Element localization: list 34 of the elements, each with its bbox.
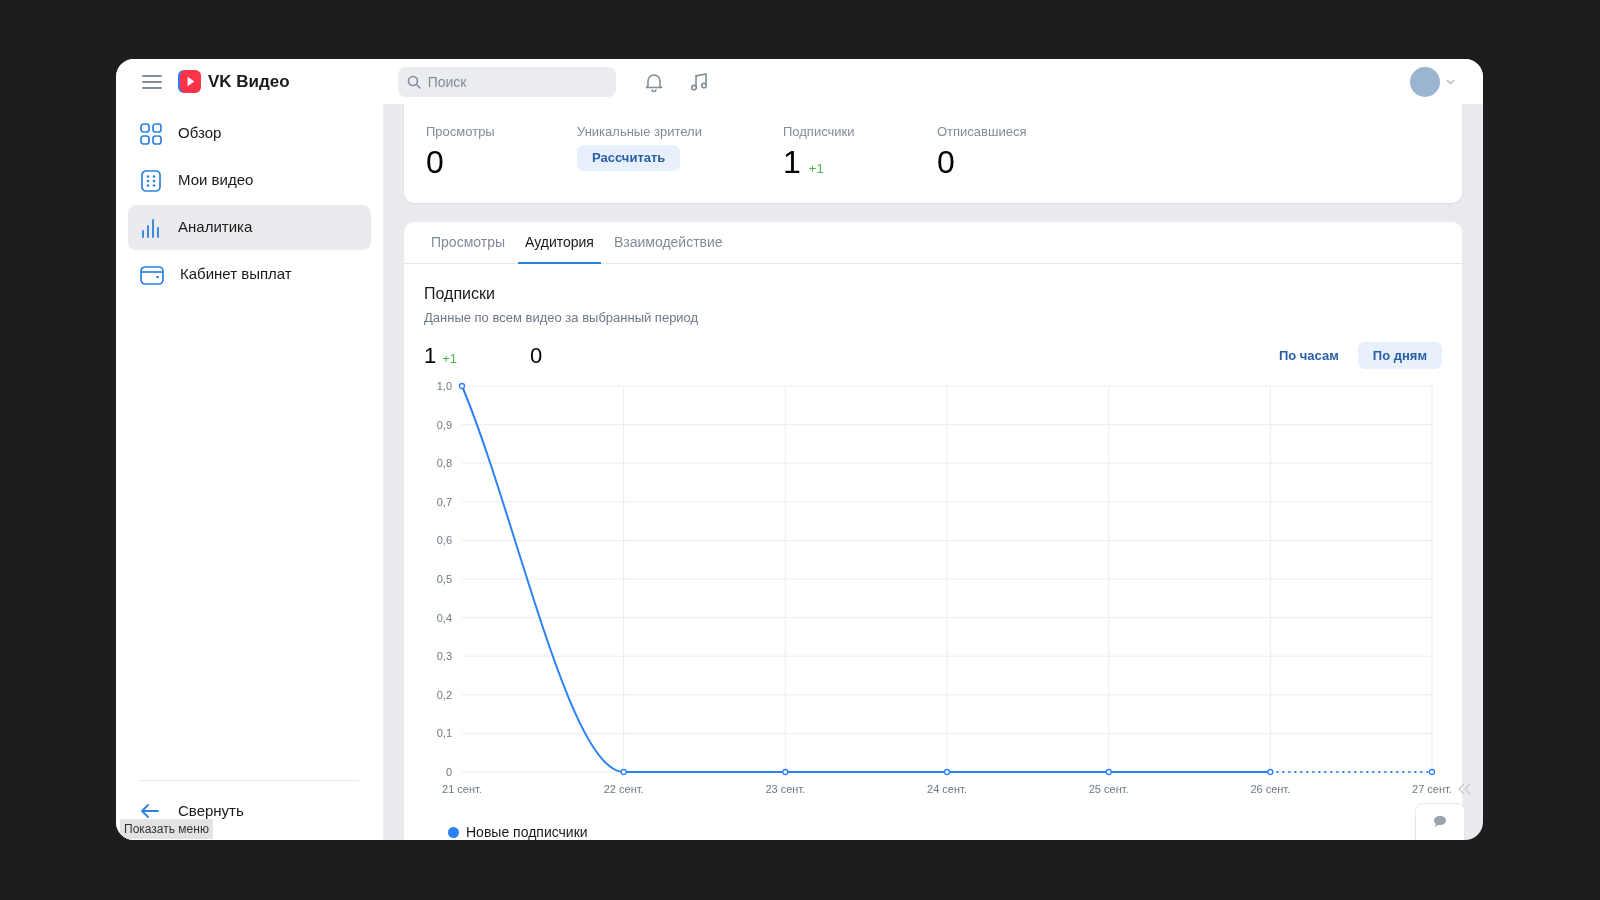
- legend-label: Новые подписчики: [466, 822, 588, 840]
- x-axis-label: 25 сент.: [1088, 782, 1129, 794]
- y-axis-label: 0,5: [436, 572, 452, 585]
- stat-label: Уникальные зрители: [577, 124, 703, 140]
- summary-delta: +1: [442, 350, 458, 368]
- y-axis-label: 0,8: [436, 456, 452, 469]
- y-axis-label: 0: [445, 765, 452, 778]
- x-axis-label: 21 сент.: [442, 782, 482, 794]
- summary-value: 1: [424, 342, 437, 370]
- app-name: VK Видео: [208, 70, 290, 93]
- y-axis-label: 0,6: [436, 533, 452, 546]
- stat-label: Подписчики: [783, 124, 856, 140]
- stat-value: 1: [783, 144, 801, 180]
- stat-value: 0: [426, 144, 444, 180]
- stat-value: 0: [937, 144, 955, 180]
- stat-label: Просмотры: [426, 124, 496, 140]
- y-axis-label: 0,2: [436, 688, 452, 701]
- summary-value: 0: [530, 342, 543, 370]
- section-subtitle: Данные по всем видео за выбранный период: [424, 309, 700, 327]
- y-axis-label: 0,9: [436, 418, 452, 431]
- x-axis-label: 27 сент.: [1412, 782, 1452, 794]
- y-axis-label: 1,0: [436, 379, 452, 392]
- y-axis-label: 0,3: [436, 649, 452, 662]
- y-axis-label: 0,4: [436, 611, 452, 624]
- y-axis-label: 0,1: [436, 726, 452, 739]
- x-axis-label: 22 сент.: [603, 782, 644, 794]
- x-axis-label: 26 сент.: [1250, 782, 1291, 794]
- y-axis-label: 0,7: [436, 495, 452, 508]
- section-title: Подписки: [424, 284, 496, 304]
- x-axis-label: 23 сент.: [765, 782, 806, 794]
- stat-label: Отписавшиеся: [937, 124, 1028, 140]
- tooltip: Показать меню: [120, 819, 213, 839]
- x-axis-label: 24 сент.: [927, 782, 967, 794]
- stat-delta: +1: [808, 160, 824, 178]
